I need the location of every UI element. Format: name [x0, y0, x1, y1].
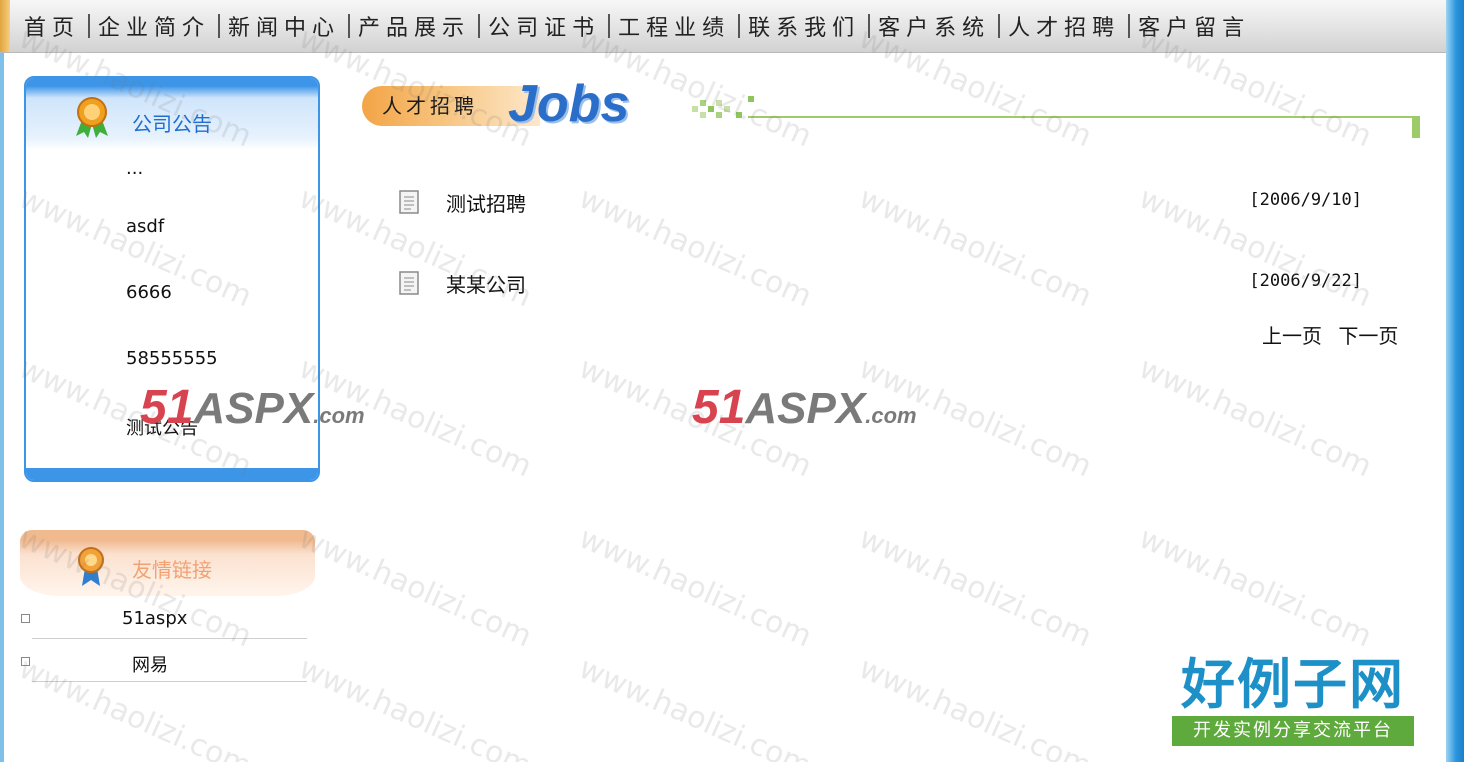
notice-panel: 公司公告 ... asdf 6666 58555555 测试公告 [24, 76, 320, 482]
watermark-text: www.haolizi.com [853, 350, 1097, 485]
link-item[interactable]: 网易 [21, 639, 307, 682]
watermark-text: www.haolizi.com [573, 650, 817, 762]
notice-item[interactable]: 58555555 [126, 348, 218, 414]
brand-slogan: 开发实例分享交流平台 [1172, 716, 1414, 746]
nav-separator [88, 14, 91, 38]
header-divider-end [1412, 116, 1420, 138]
section-word: Jobs [508, 75, 630, 133]
nav-separator [348, 14, 351, 38]
logo-number: 51 [692, 381, 746, 434]
left-border [0, 0, 4, 762]
notice-item[interactable]: ... [126, 158, 218, 216]
pagination: 上一页 下一页 [1262, 320, 1408, 349]
jobs-section-header: 人才招聘 Jobs [360, 75, 1424, 140]
watermark-text: www.haolizi.com [1133, 350, 1377, 485]
links-header: 友情链接 [20, 530, 315, 596]
nav-item-projects[interactable]: 工程业绩 [614, 10, 734, 42]
nav-separator [868, 14, 871, 38]
nav-item-certificates[interactable]: 公司证书 [484, 10, 604, 42]
header-divider-line [748, 116, 1416, 118]
watermark-text: www.haolizi.com [853, 520, 1097, 655]
nav-item-news[interactable]: 新闻中心 [224, 10, 344, 42]
watermark-text: www.haolizi.com [293, 520, 537, 655]
notice-footer [26, 468, 318, 480]
pixel-decoration-icon [692, 96, 754, 118]
brand-badge: 好例子网 开发实例分享交流平台 [1172, 654, 1414, 746]
watermark-text: www.haolizi.com [573, 350, 817, 485]
square-bullet-icon [21, 657, 30, 666]
ribbon-medal-icon [78, 547, 104, 586]
job-row[interactable]: 测试招聘 [2006/9/10] [398, 188, 1362, 218]
watermark-text: www.haolizi.com [1133, 520, 1377, 655]
watermark-text: www.haolizi.com [293, 350, 537, 485]
nav-list: 首页 企业简介 新闻中心 产品展示 公司证书 工程业绩 联系我们 客户系统 人才… [20, 0, 1254, 52]
watermark-text: www.haolizi.com [573, 520, 817, 655]
notice-header: 公司公告 [26, 78, 318, 150]
link-item[interactable]: 51aspx [21, 596, 307, 639]
nav-item-home[interactable]: 首页 [20, 10, 84, 42]
nav-separator [218, 14, 221, 38]
nav-separator [738, 14, 741, 38]
job-date: [2006/9/22] [1249, 271, 1362, 291]
link-label[interactable]: 网易 [132, 651, 168, 677]
prev-page-link[interactable]: 上一页 [1262, 324, 1322, 348]
square-bullet-icon [21, 614, 30, 623]
notice-list: ... asdf 6666 58555555 测试公告 [126, 158, 218, 480]
right-border [1446, 0, 1464, 762]
nav-separator [608, 14, 611, 38]
next-page-link[interactable]: 下一页 [1338, 324, 1398, 348]
document-icon [399, 190, 419, 214]
nav-item-products[interactable]: 产品展示 [354, 10, 474, 42]
notice-item[interactable]: asdf [126, 216, 218, 282]
notice-item[interactable]: 6666 [126, 282, 218, 348]
nav-gold-accent [0, 0, 10, 52]
nav-item-contact[interactable]: 联系我们 [744, 10, 864, 42]
brand-name: 好例子网 [1181, 652, 1405, 716]
top-navigation: 首页 企业简介 新闻中心 产品展示 公司证书 工程业绩 联系我们 客户系统 人才… [0, 0, 1446, 53]
nav-separator [998, 14, 1001, 38]
job-date: [2006/9/10] [1249, 190, 1362, 210]
links-title: 友情链接 [132, 558, 212, 582]
notice-title: 公司公告 [132, 112, 212, 136]
nav-item-jobs[interactable]: 人才招聘 [1004, 10, 1124, 42]
nav-item-about[interactable]: 企业简介 [94, 10, 214, 42]
watermark-logo: 51ASPX.com [692, 380, 917, 435]
job-title-link[interactable]: 某某公司 [446, 269, 526, 298]
job-row[interactable]: 某某公司 [2006/9/22] [398, 269, 1362, 299]
medal-icon [76, 97, 108, 138]
nav-item-customer-system[interactable]: 客户系统 [874, 10, 994, 42]
nav-separator [478, 14, 481, 38]
logo-suffix: .com [865, 403, 917, 428]
job-title-link[interactable]: 测试招聘 [446, 188, 526, 217]
nav-separator [1128, 14, 1131, 38]
logo-word: ASPX [745, 384, 866, 433]
document-icon [399, 271, 419, 295]
watermark-text: www.haolizi.com [293, 650, 537, 762]
nav-item-guestbook[interactable]: 客户留言 [1134, 10, 1254, 42]
link-label[interactable]: 51aspx [122, 608, 187, 629]
links-panel: 友情链接 51aspx 网易 [20, 530, 315, 700]
watermark-text: www.haolizi.com [853, 650, 1097, 762]
logo-suffix: .com [313, 403, 365, 428]
